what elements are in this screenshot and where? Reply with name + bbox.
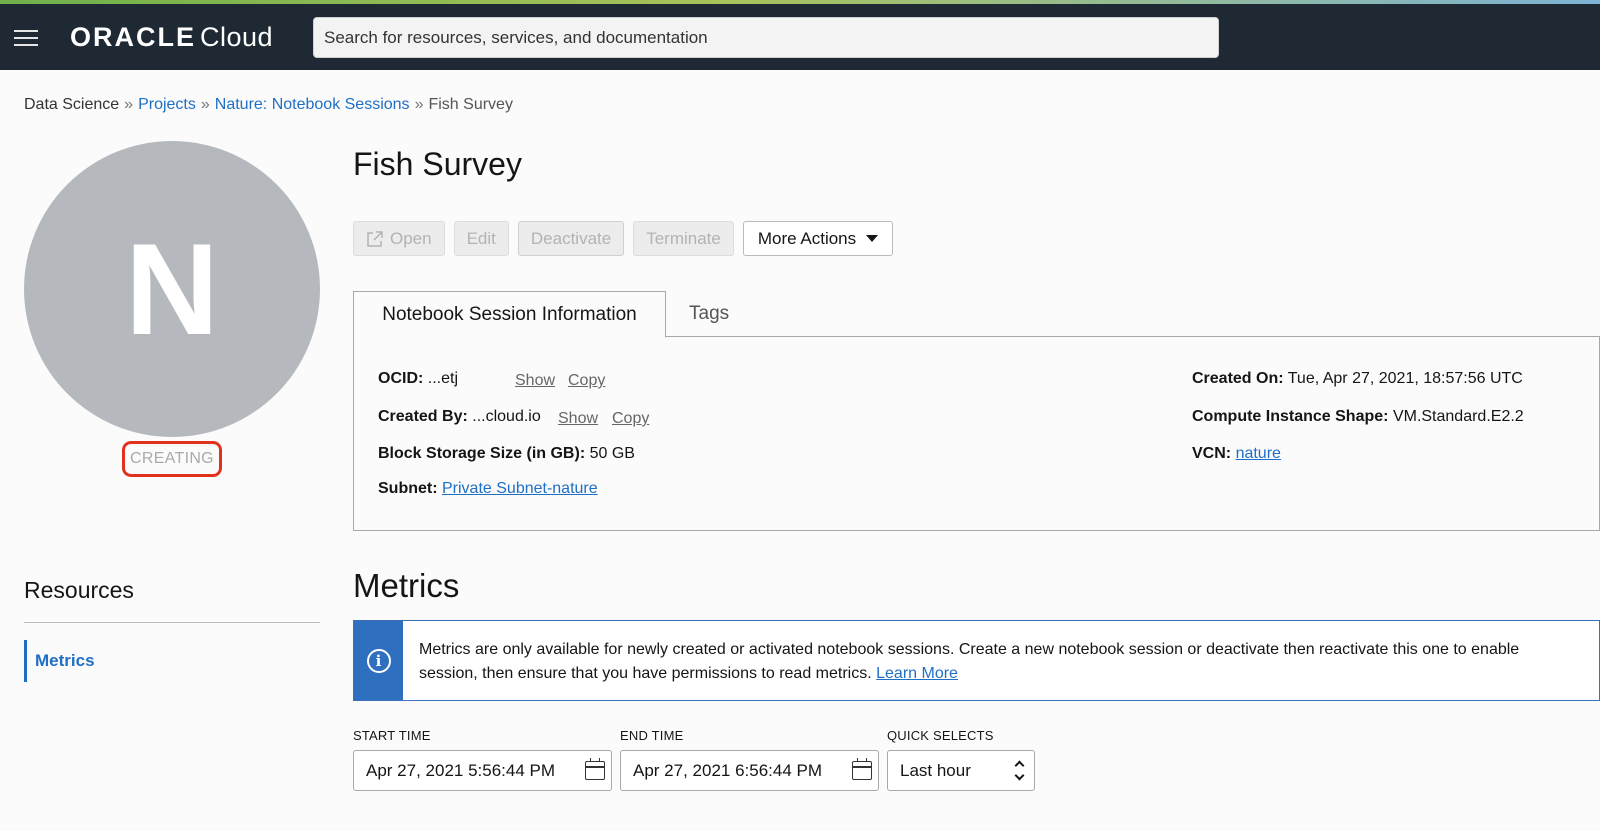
- vcn-row: VCN: nature: [1192, 445, 1281, 463]
- quick-selects-label: QUICK SELECTS: [887, 728, 994, 743]
- search-input[interactable]: [313, 17, 1219, 58]
- edit-button[interactable]: Edit: [453, 221, 509, 256]
- alert-icon-bar: i: [354, 621, 403, 700]
- vcn-label: VCN:: [1192, 445, 1232, 462]
- calendar-icon[interactable]: [852, 758, 872, 780]
- ocid-show-link[interactable]: Show: [515, 372, 555, 390]
- up-down-chevron-icon: [1014, 760, 1026, 782]
- breadcrumb-separator: »: [414, 96, 424, 113]
- deactivate-button-label: Deactivate: [530, 228, 612, 248]
- created-by-label: Created By:: [378, 408, 468, 425]
- alert-line-2: session, then ensure that you have permi…: [419, 662, 1599, 686]
- end-time-label: END TIME: [620, 728, 684, 743]
- info-icon: i: [366, 648, 391, 673]
- ocid-row: OCID: ...etj: [378, 370, 458, 388]
- status-badge: CREATING: [122, 441, 222, 477]
- created-by-show-link[interactable]: Show: [558, 410, 598, 428]
- resources-item-label: Metrics: [35, 651, 95, 670]
- metrics-heading: Metrics: [353, 567, 460, 604]
- alert-message: Metrics are only available for newly cre…: [419, 638, 1599, 686]
- created-on-label: Created On:: [1192, 370, 1284, 387]
- created-on-value: Tue, Apr 27, 2021, 18:57:56 UTC: [1287, 370, 1523, 387]
- metrics-info-alert: i Metrics are only available for newly c…: [353, 620, 1600, 701]
- external-link-icon: [367, 230, 383, 247]
- created-by-value: ...cloud.io: [472, 408, 541, 425]
- start-time-field[interactable]: Apr 27, 2021 5:56:44 PM: [353, 750, 612, 791]
- more-actions-label: More Actions: [757, 228, 857, 248]
- breadcrumb-data-science: Data Science: [24, 96, 120, 113]
- open-button[interactable]: Open: [353, 221, 445, 256]
- hamburger-menu-icon[interactable]: [14, 28, 40, 48]
- avatar-letter: N: [125, 216, 219, 362]
- breadcrumb-separator: »: [124, 96, 134, 113]
- vcn-link[interactable]: nature: [1236, 445, 1281, 462]
- end-time-field[interactable]: Apr 27, 2021 6:56:44 PM: [620, 750, 879, 791]
- session-information-panel: OCID: ...etj Show Copy Created By: ...cl…: [353, 337, 1600, 531]
- ocid-value: ...etj: [427, 370, 459, 387]
- shape-label: Compute Instance Shape:: [1192, 408, 1389, 425]
- breadcrumb-separator: »: [200, 96, 210, 113]
- block-storage-value: 50 GB: [589, 445, 635, 462]
- subnet-link[interactable]: Private Subnet-nature: [442, 480, 598, 497]
- terminate-button[interactable]: Terminate: [633, 221, 734, 256]
- tab-tags[interactable]: Tags: [689, 291, 729, 337]
- subnet-label: Subnet:: [378, 480, 438, 497]
- block-storage-row: Block Storage Size (in GB): 50 GB: [378, 445, 635, 463]
- breadcrumb-projects-link[interactable]: Projects: [138, 96, 196, 113]
- alert-line-2-text: session, then ensure that you have permi…: [419, 665, 872, 682]
- edit-button-label: Edit: [466, 228, 496, 248]
- ocid-copy-link[interactable]: Copy: [568, 372, 605, 390]
- calendar-icon[interactable]: [585, 758, 605, 780]
- subnet-row: Subnet: Private Subnet-nature: [378, 480, 598, 498]
- shape-row: Compute Instance Shape: VM.Standard.E2.2: [1192, 408, 1524, 426]
- session-avatar: N: [24, 141, 320, 437]
- quick-selects-dropdown[interactable]: Last hour: [887, 750, 1035, 791]
- deactivate-button[interactable]: Deactivate: [517, 221, 625, 256]
- breadcrumb-current: Fish Survey: [428, 96, 513, 113]
- oracle-cloud-logo[interactable]: ORACLE Cloud: [70, 22, 273, 53]
- start-time-label: START TIME: [353, 728, 431, 743]
- resources-item-metrics[interactable]: Metrics: [24, 640, 95, 682]
- more-actions-button[interactable]: More Actions: [742, 221, 894, 256]
- tab-info-label: Notebook Session Information: [382, 303, 637, 325]
- shape-value: VM.Standard.E2.2: [1392, 408, 1524, 425]
- details-tabs: Notebook Session Information Tags: [353, 291, 1600, 338]
- caret-down-icon: [866, 235, 879, 242]
- status-text: CREATING: [130, 450, 214, 467]
- created-by-copy-link[interactable]: Copy: [612, 410, 649, 428]
- resources-heading: Resources: [24, 577, 134, 603]
- resources-divider: [24, 622, 320, 623]
- alert-line-1: Metrics are only available for newly cre…: [419, 641, 1520, 658]
- end-time-value: Apr 27, 2021 6:56:44 PM: [633, 760, 823, 780]
- open-button-label: Open: [390, 228, 432, 248]
- page-title: Fish Survey: [353, 146, 522, 182]
- breadcrumb: Data Science» Projects» Nature: Notebook S…: [24, 96, 513, 114]
- created-on-row: Created On: Tue, Apr 27, 2021, 18:57:56 …: [1192, 370, 1523, 388]
- logo-product: Cloud: [200, 22, 274, 52]
- block-storage-label: Block Storage Size (in GB):: [378, 445, 586, 462]
- action-buttons: Open Edit Deactivate Terminate More Acti…: [353, 221, 894, 256]
- tab-tags-label: Tags: [689, 303, 730, 324]
- created-by-row: Created By: ...cloud.io: [378, 408, 541, 426]
- quick-selects-value: Last hour: [900, 760, 971, 780]
- top-navigation-bar: ORACLE Cloud: [0, 4, 1600, 70]
- breadcrumb-project-link[interactable]: Nature: Notebook Sessions: [215, 96, 410, 113]
- ocid-label: OCID:: [378, 370, 424, 387]
- start-time-value: Apr 27, 2021 5:56:44 PM: [366, 760, 556, 780]
- learn-more-link[interactable]: Learn More: [876, 665, 958, 682]
- terminate-button-label: Terminate: [646, 228, 721, 248]
- tab-notebook-session-information[interactable]: Notebook Session Information: [353, 291, 666, 338]
- logo-brand: ORACLE: [70, 22, 196, 52]
